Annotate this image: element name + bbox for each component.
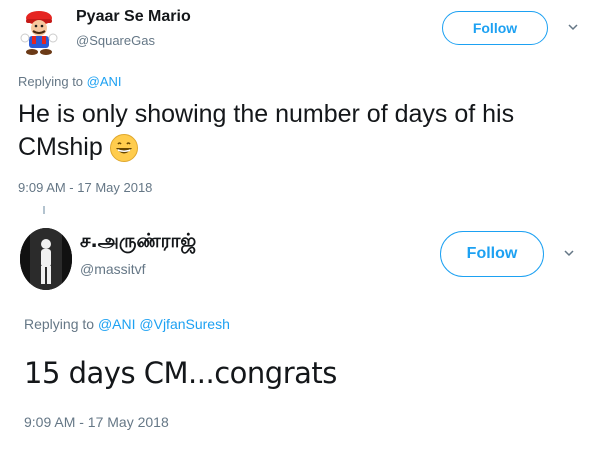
follow-button[interactable]: Follow — [440, 231, 544, 277]
tweet-text-content: He is only showing the number of days of… — [18, 100, 515, 161]
tweet-timestamp[interactable]: 9:09 AM - 17 May 2018 — [24, 414, 169, 430]
display-name[interactable]: Pyaar Se Mario — [76, 8, 191, 26]
avatar[interactable] — [20, 228, 72, 290]
replying-label: Replying to — [24, 316, 98, 332]
tweet-text: 15 days CM...congrats — [24, 356, 337, 390]
mention-link[interactable]: @ANI — [98, 316, 136, 332]
replying-to-line: Replying to @ANI — [18, 74, 122, 89]
silhouette-avatar-icon — [20, 228, 72, 290]
tweet-timestamp[interactable]: 9:09 AM - 17 May 2018 — [18, 180, 152, 195]
follow-button[interactable]: Follow — [442, 11, 548, 45]
grinning-face-icon — [109, 134, 138, 163]
user-handle[interactable]: @SquareGas — [76, 33, 155, 48]
tweet: Pyaar Se Mario @SquareGas Follow Replyin… — [0, 0, 600, 206]
avatar[interactable] — [20, 8, 58, 56]
mention-link[interactable]: @VjfanSuresh — [139, 316, 229, 332]
chevron-down-icon[interactable] — [564, 248, 574, 258]
replying-to-line: Replying to @ANI @VjfanSuresh — [24, 316, 230, 332]
tweet: ச.அருண்ராஜ் @massitvf Follow Replying to… — [0, 206, 600, 450]
mention-link[interactable]: @ANI — [87, 74, 122, 89]
replying-label: Replying to — [18, 74, 87, 89]
chevron-down-icon[interactable] — [568, 22, 578, 32]
mario-avatar-icon — [20, 11, 58, 55]
display-name[interactable]: ச.அருண்ராஜ் — [80, 230, 196, 255]
tweet-text: He is only showing the number of days of… — [18, 98, 588, 164]
user-handle[interactable]: @massitvf — [80, 261, 146, 277]
